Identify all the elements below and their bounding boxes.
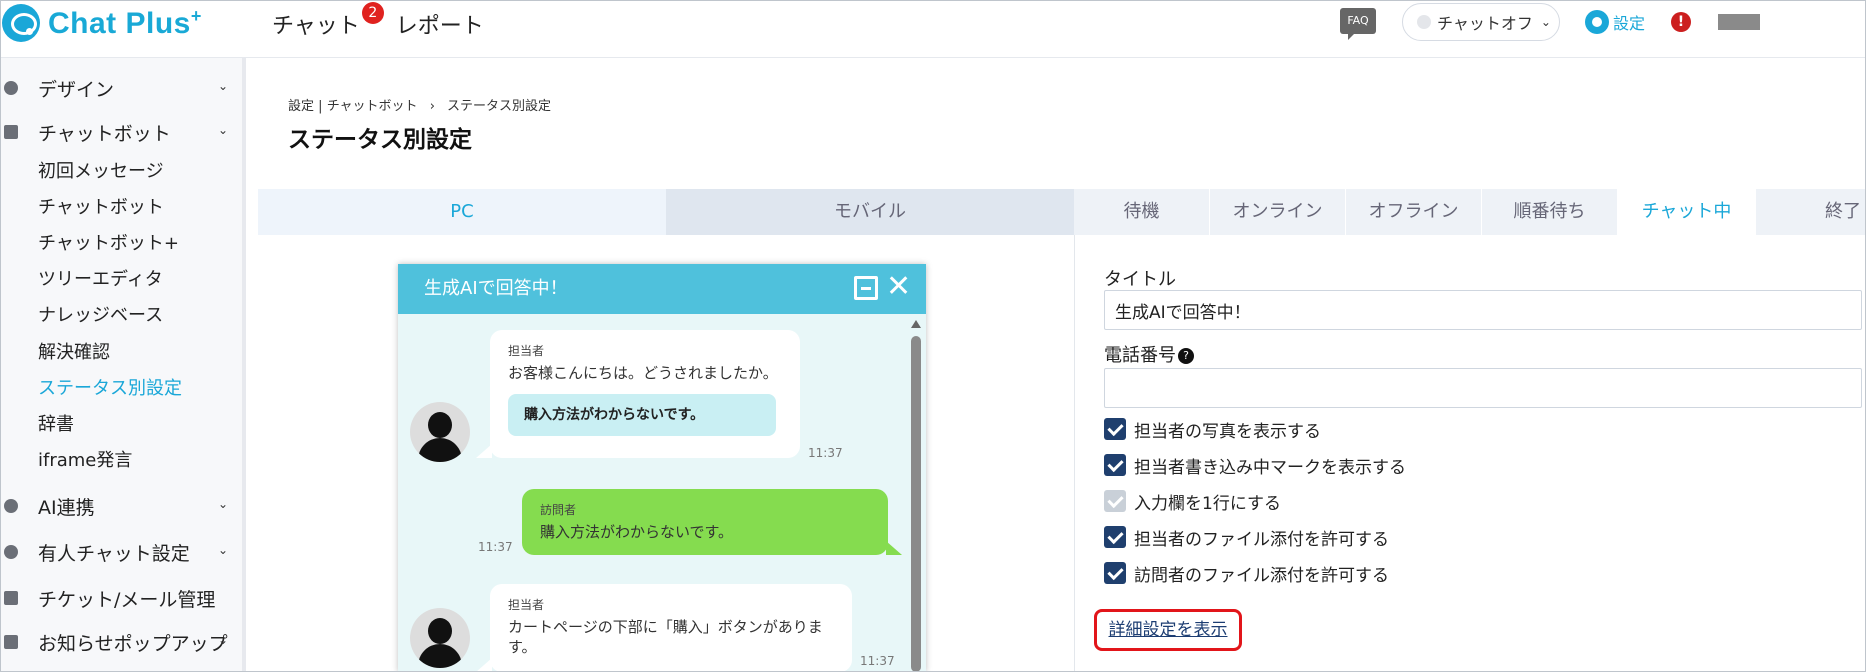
breadcrumb-settings[interactable]: 設定 (288, 99, 314, 114)
sidebar-item-tree-editor[interactable]: ツリーエディタ (38, 265, 163, 291)
sidebar-item-chatbot[interactable]: チャットボット (38, 193, 164, 219)
chat-bubble-icon (4, 125, 18, 139)
agent-avatar (410, 402, 470, 462)
visitor-message-bubble: 訪問者 購入方法がわからないです。 (522, 489, 902, 555)
device-tabs: PC モバイル (258, 189, 1074, 235)
palette-icon (4, 81, 18, 95)
phone-label: 電話番号? (1104, 341, 1194, 367)
headset-icon (4, 545, 18, 559)
status-tabs: 待機 オンライン オフライン 順番待ち チャット中 終了 (1074, 189, 1866, 235)
checkbox-single-line-input: 入力欄を1行にする (1104, 489, 1281, 514)
tab-offline[interactable]: オフライン (1346, 189, 1482, 235)
checkbox-show-agent-photo[interactable]: 担当者の写真を表示する (1104, 417, 1321, 442)
sidebar-item-status-settings[interactable]: ステータス別設定 (38, 374, 182, 400)
ai-brain-icon (4, 499, 18, 513)
chat-logo-icon (2, 4, 40, 42)
checkbox-icon (1104, 490, 1126, 512)
message-time: 11:37 (478, 540, 513, 554)
chevron-down-icon: ⌄ (218, 543, 229, 557)
sidebar-section-chatbot[interactable]: チャットボット ⌄ (0, 114, 246, 150)
page-title: ステータス別設定 (288, 127, 472, 153)
chevron-down-icon: ⌄ (1540, 15, 1551, 29)
top-bar: Chat Plus+ チャット 2 レポート FAQ チャットオフ ⌄ 設定 ! (0, 0, 1866, 58)
checkbox-visitor-attachments[interactable]: 訪問者のファイル添付を許可する (1104, 561, 1389, 586)
sidebar-item-chatbot-plus[interactable]: チャットボット+ (38, 229, 179, 255)
chat-scrollbar[interactable] (910, 320, 922, 672)
chevron-down-icon: ⌄ (218, 633, 229, 647)
chat-status-dropdown[interactable]: チャットオフ ⌄ (1402, 3, 1560, 41)
close-icon[interactable]: ✕ (886, 272, 911, 302)
sidebar-item-resolution[interactable]: 解決確認 (38, 338, 110, 364)
faq-icon[interactable]: FAQ (1340, 8, 1376, 40)
breadcrumb-chatbot[interactable]: チャットボット (327, 99, 418, 114)
app-name: Chat Plus+ (48, 5, 202, 40)
checkbox-agent-attachments[interactable]: 担当者のファイル添付を許可する (1104, 525, 1389, 550)
agent-avatar (410, 608, 470, 668)
checkbox-typing-indicator[interactable]: 担当者書き込み中マークを表示する (1104, 453, 1406, 478)
chat-widget-preview: 生成AIで回答中！ ✕ 担当者 お客様こんにちは。どうされましたか。 購入方法が… (398, 264, 926, 672)
tab-standby[interactable]: 待機 (1074, 189, 1210, 235)
agent-message-bubble: 担当者 お客様こんにちは。どうされましたか。 購入方法がわからないです。 (476, 330, 800, 458)
checkbox-icon[interactable] (1104, 526, 1126, 548)
minimize-icon[interactable] (854, 276, 878, 300)
checkbox-icon[interactable] (1104, 418, 1126, 440)
unread-badge: 2 (361, 2, 384, 24)
tab-chatting[interactable]: チャット中 (1618, 189, 1756, 235)
sidebar-item-first-message[interactable]: 初回メッセージ (38, 157, 164, 183)
sidebar-item-iframe[interactable]: iframe発言 (38, 446, 132, 472)
phone-input[interactable] (1104, 368, 1862, 408)
sidebar-section-design[interactable]: デザイン ⌄ (0, 70, 246, 106)
title-label: タイトル (1104, 269, 1176, 290)
alert-icon[interactable]: ! (1671, 12, 1691, 32)
agent-message-bubble: 担当者 カートページの下部に「購入」ボタンがあります。 (476, 584, 852, 672)
app-logo[interactable]: Chat Plus+ (2, 2, 202, 44)
top-nav: チャット 2 レポート (272, 2, 484, 40)
nav-report[interactable]: レポート (396, 8, 484, 40)
message-time: 11:37 (860, 654, 895, 668)
message-time: 11:37 (808, 446, 843, 460)
popup-icon (4, 635, 18, 649)
nav-chat[interactable]: チャット 2 (272, 2, 384, 40)
sidebar-section-live-chat[interactable]: 有人チャット設定 ⌄ (0, 534, 246, 570)
scroll-up-icon[interactable] (911, 320, 921, 328)
breadcrumb: 設定 | チャットボット › ステータス別設定 (288, 99, 552, 114)
user-menu[interactable] (1718, 14, 1760, 30)
breadcrumb-current: ステータス別設定 (447, 99, 552, 114)
help-icon[interactable]: ? (1178, 348, 1194, 364)
sidebar-section-ticket[interactable]: チケット/メール管理 (0, 580, 246, 616)
title-input[interactable] (1104, 290, 1862, 330)
tab-queue[interactable]: 順番待ち (1482, 189, 1618, 235)
sidebar-section-ai[interactable]: AI連携 ⌄ (0, 488, 246, 524)
sidebar-item-dictionary[interactable]: 辞書 (38, 410, 74, 436)
settings-link[interactable]: 設定 (1585, 10, 1645, 34)
status-dot-icon (1417, 15, 1431, 29)
sidebar-item-knowledge-base[interactable]: ナレッジベース (38, 301, 163, 327)
tab-ended[interactable]: 終了 (1756, 189, 1866, 235)
ticket-icon (4, 591, 18, 605)
gear-icon (1585, 10, 1609, 34)
checkbox-icon[interactable] (1104, 454, 1126, 476)
chat-widget-header: 生成AIで回答中！ ✕ (398, 264, 926, 314)
show-advanced-settings-link[interactable]: 詳細設定を表示 (1094, 609, 1242, 651)
quick-reply-chip[interactable]: 購入方法がわからないです。 (508, 394, 776, 436)
tab-pc[interactable]: PC (258, 189, 666, 235)
chevron-down-icon: ⌄ (218, 497, 229, 511)
checkbox-icon[interactable] (1104, 562, 1126, 584)
tab-online[interactable]: オンライン (1210, 189, 1346, 235)
tab-mobile[interactable]: モバイル (666, 189, 1074, 235)
chevron-down-icon: ⌄ (218, 79, 229, 93)
sidebar-section-popup[interactable]: お知らせポップアップ ⌄ (0, 624, 246, 660)
chevron-down-icon: ⌄ (218, 123, 229, 137)
chat-widget-title: 生成AIで回答中！ (424, 278, 568, 299)
